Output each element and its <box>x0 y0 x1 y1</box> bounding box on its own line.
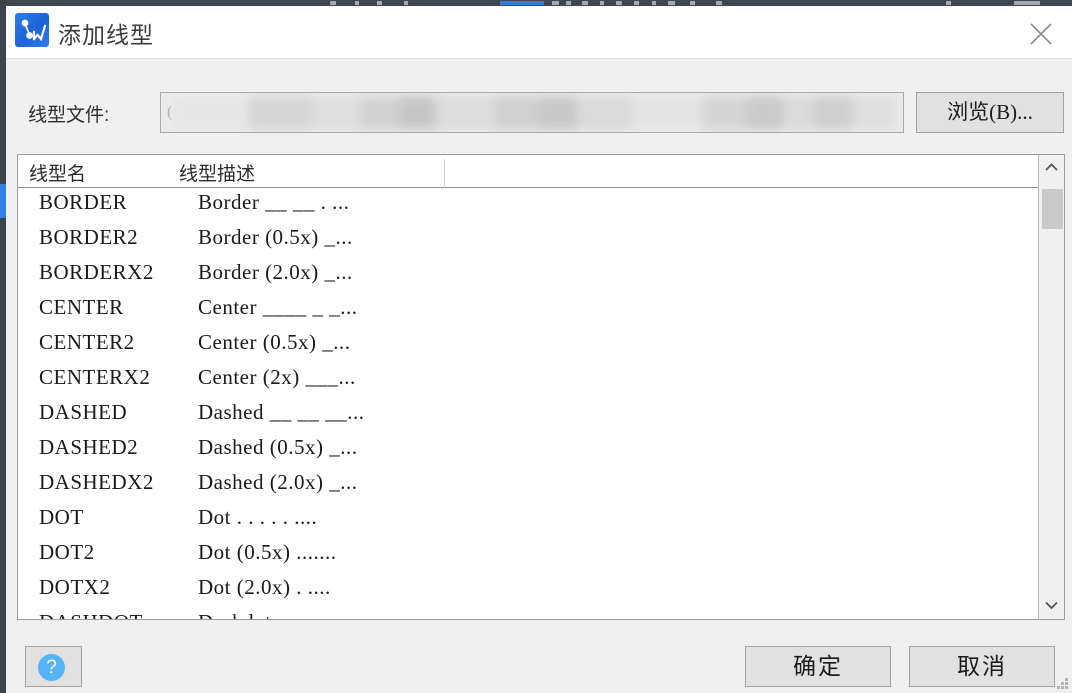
table-row[interactable]: DASHDOT Dashdot . <box>18 609 1038 619</box>
linetype-name: DOTX2 <box>39 575 111 599</box>
scroll-down-button[interactable] <box>1039 593 1064 619</box>
linetype-file-label: 线型文件: <box>28 105 110 126</box>
table-row[interactable]: CENTER2 Center (0.5x) _... <box>18 329 1038 364</box>
linetype-name: DASHED <box>39 400 128 424</box>
linetype-name: DASHDOT <box>39 610 143 619</box>
linetype-description: Dot (2.0x) . .... <box>198 575 331 599</box>
linetype-description: Dashed __ __ __... <box>198 400 365 424</box>
table-row[interactable]: DOT Dot . . . . . .... <box>18 504 1038 539</box>
linetype-name: DASHEDX2 <box>39 470 154 494</box>
linetype-description: Border (0.5x) _... <box>198 225 353 249</box>
help-circle-icon: ? <box>38 654 65 681</box>
dialog-titlebar: 添加线型 <box>6 6 1072 59</box>
linetype-list-panel: 线型名 线型描述 BORDER Border __ __ . ... BORDE… <box>17 154 1065 620</box>
cancel-button[interactable]: 取消 <box>909 646 1055 687</box>
column-header-name[interactable]: 线型名 <box>29 159 86 186</box>
linetype-name: BORDER2 <box>39 225 139 249</box>
linetype-description: Dashed (0.5x) _... <box>198 435 358 459</box>
linetype-description: Center ____ _ _... <box>198 295 358 319</box>
linetype-name: CENTER <box>39 295 124 319</box>
list-scrollbar[interactable] <box>1038 155 1064 619</box>
table-row[interactable]: DASHEDX2 Dashed (2.0x) _... <box>18 469 1038 504</box>
linetype-name: CENTER2 <box>39 330 135 354</box>
linetype-description: Dot . . . . . .... <box>198 505 318 529</box>
browse-button[interactable]: 浏览(B)... <box>916 92 1064 133</box>
linetype-list-body[interactable]: BORDER Border __ __ . ... BORDER2 Border… <box>18 189 1038 619</box>
linetype-name: BORDER <box>39 190 128 214</box>
ok-button[interactable]: 确定 <box>745 646 891 687</box>
scroll-up-button[interactable] <box>1039 155 1064 181</box>
linetype-app-icon <box>15 13 49 47</box>
chevron-up-icon <box>1045 163 1058 171</box>
table-row[interactable]: DASHED2 Dashed (0.5x) _... <box>18 434 1038 469</box>
add-linetype-dialog: 添加线型 线型文件: ( 浏览(B)... 线型名 线型描述 BORDER Bo… <box>6 6 1072 693</box>
close-button[interactable] <box>1012 6 1070 58</box>
redaction-blur-overlay <box>171 96 897 130</box>
column-divider[interactable] <box>444 159 445 188</box>
linetype-description: Center (2x) ___... <box>198 365 356 389</box>
scrollbar-thumb[interactable] <box>1042 189 1063 229</box>
page-title: 添加线型 <box>58 22 154 48</box>
close-icon <box>1030 23 1052 45</box>
table-row[interactable]: DOT2 Dot (0.5x) ....... <box>18 539 1038 574</box>
table-row[interactable]: BORDER Border __ __ . ... <box>18 189 1038 224</box>
chevron-down-icon <box>1045 601 1058 610</box>
linetype-description: Border __ __ . ... <box>198 190 350 214</box>
linetype-name: DOT <box>39 505 84 529</box>
linetype-description: Border (2.0x) _... <box>198 260 353 284</box>
linetype-name: DOT2 <box>39 540 95 564</box>
table-row[interactable]: DASHED Dashed __ __ __... <box>18 399 1038 434</box>
resize-grip-icon[interactable] <box>1057 678 1069 690</box>
table-row[interactable]: BORDER2 Border (0.5x) _... <box>18 224 1038 259</box>
linetype-name: CENTERX2 <box>39 365 151 389</box>
linetype-list-header: 线型名 线型描述 <box>18 155 1038 188</box>
table-row[interactable]: BORDERX2 Border (2.0x) _... <box>18 259 1038 294</box>
linetype-description: Dashed (2.0x) _... <box>198 470 358 494</box>
linetype-name: BORDERX2 <box>39 260 154 284</box>
linetype-file-input[interactable]: ( <box>160 92 904 133</box>
linetype-description: Dot (0.5x) ....... <box>198 540 337 564</box>
linetype-description: Dashdot . <box>198 610 283 619</box>
linetype-description: Center (0.5x) _... <box>198 330 351 354</box>
linetype-name: DASHED2 <box>39 435 139 459</box>
help-button[interactable]: ? <box>25 646 82 687</box>
column-header-description[interactable]: 线型描述 <box>179 159 255 186</box>
table-row[interactable]: CENTER Center ____ _ _... <box>18 294 1038 329</box>
table-row[interactable]: DOTX2 Dot (2.0x) . .... <box>18 574 1038 609</box>
table-row[interactable]: CENTERX2 Center (2x) ___... <box>18 364 1038 399</box>
